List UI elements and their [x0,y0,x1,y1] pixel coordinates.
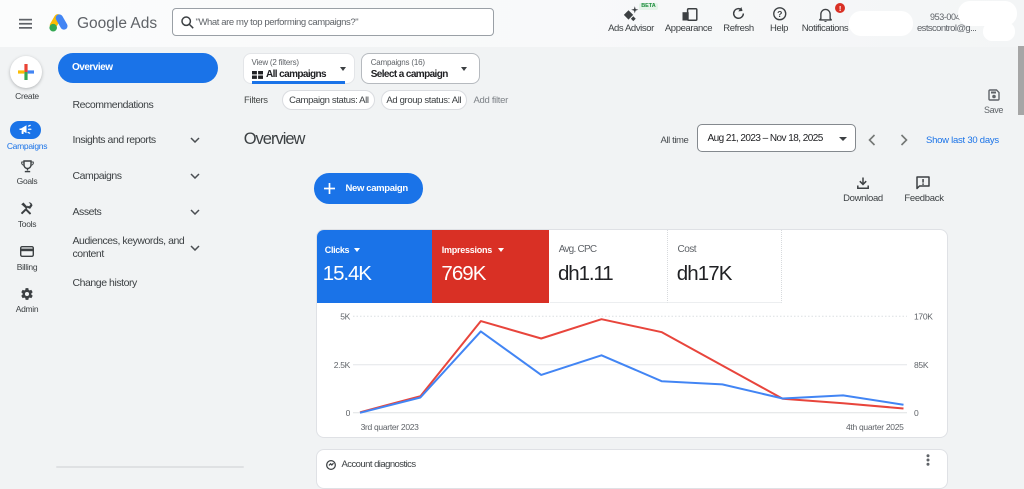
svg-text:85K: 85K [914,360,929,370]
svg-text:170K: 170K [914,311,933,321]
svg-text:3rd quarter 2023: 3rd quarter 2023 [361,421,420,431]
svg-text:5K: 5K [340,311,350,321]
svg-text:4th quarter 2025: 4th quarter 2025 [846,421,904,431]
svg-text:0: 0 [914,408,919,418]
svg-text:2.5K: 2.5K [334,360,351,370]
svg-text:0: 0 [346,408,351,418]
svg-text:?: ? [777,9,782,19]
